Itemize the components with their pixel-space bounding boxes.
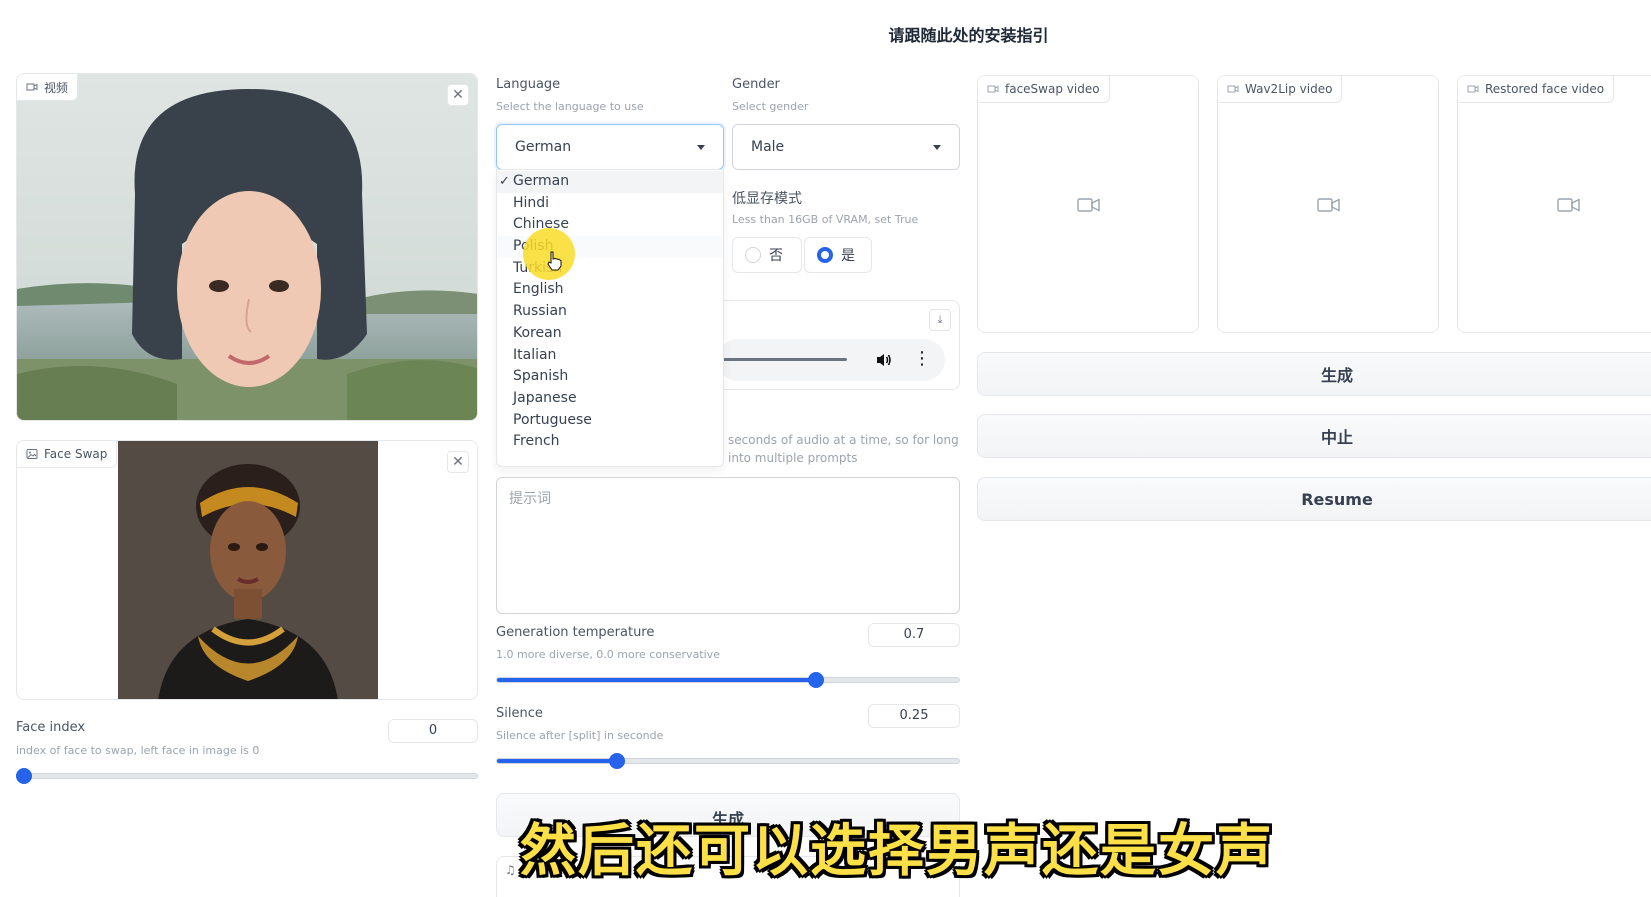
- temperature-input[interactable]: 0.7: [868, 623, 960, 647]
- low-vram-option-no[interactable]: 否: [732, 237, 802, 273]
- video-camera-icon: [1227, 85, 1239, 93]
- generate-button[interactable]: 生成: [977, 352, 1651, 396]
- faceswap-video-panel[interactable]: faceSwap video: [977, 75, 1199, 333]
- language-label: Language: [496, 77, 561, 92]
- video-camera-icon: [987, 85, 999, 93]
- silence-slider-thumb[interactable]: [608, 753, 625, 769]
- face-swap-label: Face Swap: [44, 447, 108, 461]
- audio-player[interactable]: ⋮: [717, 339, 945, 381]
- video-placeholder-icon: [1557, 198, 1580, 212]
- video-camera-icon: [26, 83, 38, 91]
- page-title: 请跟随此处的安装指引: [888, 26, 1049, 45]
- language-option[interactable]: Japanese: [497, 388, 723, 410]
- temperature-label: Generation temperature: [496, 625, 655, 640]
- language-option[interactable]: Italian: [497, 345, 723, 367]
- face-index-slider-thumb[interactable]: [16, 768, 32, 784]
- chevron-down-icon: [933, 144, 941, 150]
- download-button[interactable]: ⤓: [929, 309, 951, 331]
- silence-slider-fill: [497, 759, 618, 763]
- language-option[interactable]: French: [497, 431, 723, 453]
- download-icon: ⤓: [937, 313, 943, 326]
- restored-video-tag: Restored face video: [1458, 76, 1615, 103]
- audio-hint-line1: seconds of audio at a time, so for long: [728, 433, 959, 447]
- face-index-input[interactable]: 0: [388, 719, 478, 743]
- language-option[interactable]: Hindi: [497, 193, 723, 215]
- face-swap-tag: Face Swap: [17, 441, 118, 468]
- face-index-label: Face index: [16, 720, 86, 735]
- video-tag: 视频: [17, 74, 79, 101]
- wav2lip-video-tag: Wav2Lip video: [1218, 76, 1343, 103]
- video-camera-icon: [1467, 85, 1479, 93]
- video-label: 视频: [44, 80, 69, 95]
- wav2lip-video-panel[interactable]: Wav2Lip video: [1217, 75, 1439, 333]
- language-dropdown[interactable]: ✓German Hindi Chinese Polish Turkish Eng…: [496, 169, 724, 467]
- language-select[interactable]: German: [496, 124, 724, 170]
- temperature-slider-fill: [497, 678, 816, 682]
- checkmark-icon: ✓: [499, 174, 510, 189]
- temperature-sublabel: 1.0 more diverse, 0.0 more conservative: [496, 648, 720, 661]
- language-option[interactable]: English: [497, 279, 723, 301]
- video-caption: 然后还可以选择男声还是女声: [520, 819, 1274, 884]
- temperature-slider-thumb[interactable]: [808, 672, 825, 688]
- face-swap-panel[interactable]: Face Swap ✕: [16, 440, 478, 700]
- language-option[interactable]: Portuguese: [497, 410, 723, 432]
- video-preview-image: [17, 74, 477, 420]
- face-index-slider[interactable]: [16, 773, 478, 779]
- language-option[interactable]: Russian: [497, 301, 723, 323]
- silence-label: Silence: [496, 706, 543, 721]
- chevron-down-icon: [697, 144, 705, 150]
- silence-sublabel: Silence after [split] in seconde: [496, 729, 664, 742]
- gender-sublabel: Select gender: [732, 100, 809, 113]
- video-close-button[interactable]: ✕: [447, 84, 469, 106]
- audio-hint-line2: into multiple prompts: [728, 451, 858, 465]
- close-icon: ✕: [452, 87, 464, 103]
- gender-selected-value: Male: [751, 139, 785, 155]
- resume-button[interactable]: Resume: [977, 477, 1651, 521]
- music-note-icon: ♫: [505, 863, 516, 877]
- restored-video-panel[interactable]: Restored face video: [1457, 75, 1651, 333]
- low-vram-sublabel: Less than 16GB of VRAM, set True: [732, 213, 919, 226]
- video-placeholder-icon: [1317, 198, 1340, 212]
- silence-slider[interactable]: [496, 758, 960, 764]
- pointer-cursor-icon: [547, 251, 562, 271]
- language-option[interactable]: Korean: [497, 323, 723, 345]
- video-placeholder-icon: [1077, 198, 1100, 212]
- language-option[interactable]: Spanish: [497, 366, 723, 388]
- gender-select[interactable]: Male: [732, 124, 960, 170]
- video-panel[interactable]: 视频 ✕: [16, 73, 478, 421]
- prompt-textarea[interactable]: 提示词: [496, 477, 960, 614]
- faceswap-video-tag: faceSwap video: [978, 76, 1110, 103]
- language-option[interactable]: Chinese: [497, 214, 723, 236]
- image-icon: [26, 449, 38, 459]
- language-selected-value: German: [515, 139, 572, 155]
- audio-progress-bar[interactable]: [717, 358, 847, 361]
- face-index-sublabel: index of face to swap, left face in imag…: [16, 744, 260, 757]
- language-option[interactable]: ✓ German: [497, 171, 723, 193]
- stop-button[interactable]: 中止: [977, 414, 1651, 458]
- more-options-icon[interactable]: ⋮: [913, 349, 931, 369]
- language-sublabel: Select the language to use: [496, 100, 644, 113]
- volume-icon[interactable]: [875, 351, 893, 369]
- radio-button[interactable]: [817, 247, 833, 263]
- low-vram-option-yes[interactable]: 是: [804, 237, 872, 273]
- silence-input[interactable]: 0.25: [868, 704, 960, 728]
- face-swap-close-button[interactable]: ✕: [447, 451, 469, 473]
- close-icon: ✕: [452, 454, 464, 470]
- low-vram-label: 低显存模式: [732, 191, 802, 207]
- gender-label: Gender: [732, 77, 780, 92]
- face-swap-image: [118, 441, 378, 699]
- radio-button[interactable]: [745, 247, 761, 263]
- temperature-slider[interactable]: [496, 677, 960, 683]
